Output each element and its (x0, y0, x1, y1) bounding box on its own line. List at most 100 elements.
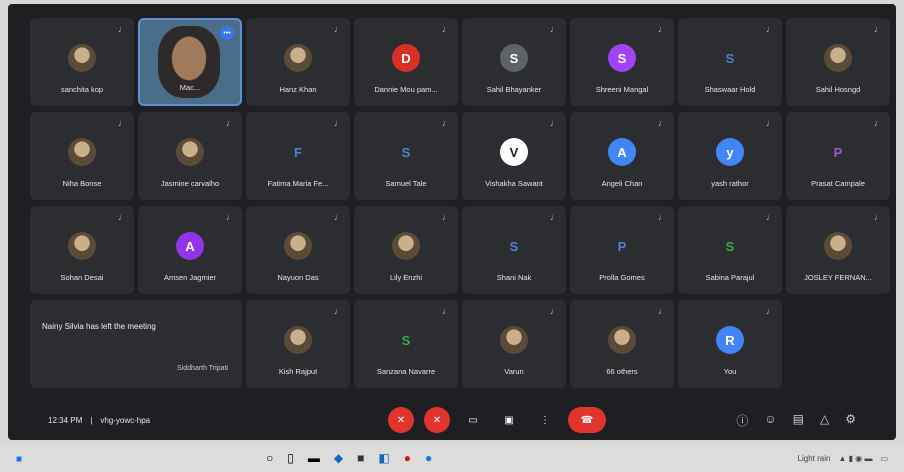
participant-tile[interactable]: ♩ S Sabina Parajul (678, 206, 782, 294)
mic-muted-icon: ♩ (874, 212, 883, 222)
avatar (284, 326, 312, 354)
hangup-icon: ☎ (580, 414, 594, 426)
avatar: P (833, 144, 843, 160)
participant-tile[interactable]: ♩ Sohan Desai (30, 206, 134, 294)
weather-status[interactable]: Light rain (798, 454, 831, 463)
participant-tile[interactable]: ♩ JOSLEY FERNAN... (786, 206, 890, 294)
call-controls: ✕ ✕ ▭ ▣ ⋮ ☎ (388, 407, 606, 433)
system-tray: Light rain ▲ ▮ ◉ ▬ ▭ (798, 454, 888, 463)
participant-name: Shaswaar Hold (704, 85, 756, 94)
notice-message: Nainy Silvia has left the meeting (42, 322, 156, 331)
participant-name: Lily Enzhi (389, 273, 423, 282)
camera-off-icon: ✕ (432, 414, 442, 426)
chrome-icon[interactable]: ● (404, 451, 411, 465)
participant-tile[interactable]: ♩ Lily Enzhi (354, 206, 458, 294)
mic-muted-icon: ♩ (550, 118, 559, 128)
participant-tile[interactable]: ♩ y yash rathor (678, 112, 782, 200)
participant-tile[interactable]: ♩ F Fatima Maria Fe... (246, 112, 350, 200)
side-tools: ⓘ ☺ ▤ △ ⚙ (736, 412, 856, 429)
avatar: S (500, 44, 528, 72)
activities-icon[interactable]: △ (820, 412, 829, 429)
taskbar-left: ■ (16, 449, 256, 467)
host-controls-icon[interactable]: ⚙ (845, 412, 856, 429)
participant-tile[interactable]: ♩ P Prasat Campale (786, 112, 890, 200)
mic-muted-icon: ♩ (766, 306, 775, 316)
avatar (68, 44, 96, 72)
mic-muted-icon: ♩ (334, 212, 343, 222)
mic-muted-icon: ♩ (874, 24, 883, 34)
participant-tile[interactable]: ♩ S Samuel Tale (354, 112, 458, 200)
more-options-button[interactable]: ⋮ (532, 407, 558, 433)
participant-name: Varun (504, 367, 524, 376)
mic-muted-icon: ♩ (334, 118, 343, 128)
participant-name: Prasat Campale (811, 179, 865, 188)
mic-muted-icon: ♩ (658, 24, 667, 34)
present-button[interactable]: ▣ (496, 407, 522, 433)
mic-muted-icon: ♩ (442, 212, 451, 222)
avatar (284, 44, 312, 72)
avatar (608, 326, 636, 354)
participant-tile[interactable]: ♩ Sahil Hosngd (786, 18, 890, 106)
mic-toggle-button[interactable]: ✕ (388, 407, 414, 433)
participant-tile[interactable]: ♩ S Shaswaar Hold (678, 18, 782, 106)
participant-tile[interactable]: ♩ sanchita kop (30, 18, 134, 106)
participant-tile[interactable]: ♩ D Dannie Mou pam... (354, 18, 458, 106)
windows-start-icon[interactable]: ■ (16, 454, 22, 465)
participant-name: Vishakha Sawant (485, 179, 543, 188)
participant-tile[interactable]: ♩ Varun (462, 300, 566, 388)
mic-muted-icon: ♩ (118, 118, 127, 128)
participant-name: Hanz Khan (279, 85, 317, 94)
file-explorer-icon[interactable]: ■ (357, 451, 364, 465)
participant-tile[interactable]: ♩ 66 others (570, 300, 674, 388)
participant-name: Dannie Mou pam... (374, 85, 438, 94)
participant-name: Amsen Jagmier (163, 273, 217, 282)
participant-tile[interactable]: ♩ Jasmine carvalho (138, 112, 242, 200)
participant-tile[interactable]: ♩ Hanz Khan (246, 18, 350, 106)
participant-name: Shreeni Mangal (595, 85, 649, 94)
captions-button[interactable]: ▭ (460, 407, 486, 433)
widgets-icon[interactable]: ▬ (308, 451, 320, 465)
store-icon[interactable]: ◧ (378, 451, 389, 465)
participant-name: You (723, 367, 737, 376)
meeting-window: ♩ sanchita kop ♩ ••• Mac... ♩ Hanz Khan ♩ D Danni… (8, 4, 896, 440)
task-view-icon[interactable]: ▯ (287, 451, 294, 465)
participant-tile[interactable]: ♩ Kish Rajput (246, 300, 350, 388)
people-icon[interactable]: ☺ (764, 412, 776, 429)
avatar: S (401, 332, 411, 348)
participant-name: Sabina Parajul (705, 273, 755, 282)
info-icon[interactable]: ⓘ (736, 412, 748, 429)
search-icon[interactable]: ○ (266, 451, 273, 465)
mic-muted-icon: ♩ (658, 212, 667, 222)
participant-name: Prolla Gomes (599, 273, 645, 282)
camera-toggle-button[interactable]: ✕ (424, 407, 450, 433)
avatar: S (509, 238, 519, 254)
participant-tile[interactable]: ♩ S Sanzana Navarre (354, 300, 458, 388)
participant-tile[interactable]: ♩ R You (678, 300, 782, 388)
participant-tile[interactable]: ♩•••Mac... (138, 18, 242, 106)
participant-name: Kish Rajput (278, 367, 318, 376)
participant-tile[interactable]: ♩ S Shani Nak (462, 206, 566, 294)
avatar: S (608, 44, 636, 72)
clock[interactable]: ▭ (880, 454, 888, 463)
participant-name: Samuel Tale (385, 179, 427, 188)
meeting-time: 12:34 PM (48, 415, 83, 425)
participant-tile[interactable]: ♩ S Sahil Bhayanker (462, 18, 566, 106)
app-icon[interactable]: ● (425, 451, 432, 465)
mic-muted-icon: ♩ (118, 24, 127, 34)
avatar: A (608, 138, 636, 166)
meeting-info: 12:34 PM | vhg-yowc-hpa (48, 416, 348, 425)
participant-tile[interactable]: ♩ S Shreeni Mangal (570, 18, 674, 106)
leave-call-button[interactable]: ☎ (568, 407, 606, 433)
edge-icon[interactable]: ◆ (334, 451, 343, 465)
participant-tile[interactable]: ♩ Niha Bonse (30, 112, 134, 200)
chat-icon[interactable]: ▤ (793, 412, 804, 429)
avatar (176, 138, 204, 166)
participant-tile[interactable]: ♩ A Angeli Chan (570, 112, 674, 200)
tray-icons[interactable]: ▲ ▮ ◉ ▬ (838, 454, 872, 463)
participant-tile[interactable]: ♩ A Amsen Jagmier (138, 206, 242, 294)
meeting-toolbar: 12:34 PM | vhg-yowc-hpa ✕ ✕ ▭ ▣ ⋮ ☎ ⓘ ☺ … (8, 400, 896, 440)
mic-muted-icon: ♩ (226, 118, 235, 128)
participant-tile[interactable]: ♩ P Prolla Gomes (570, 206, 674, 294)
participant-tile[interactable]: ♩ V Vishakha Sawant (462, 112, 566, 200)
participant-tile[interactable]: ♩ Nayuon Das (246, 206, 350, 294)
